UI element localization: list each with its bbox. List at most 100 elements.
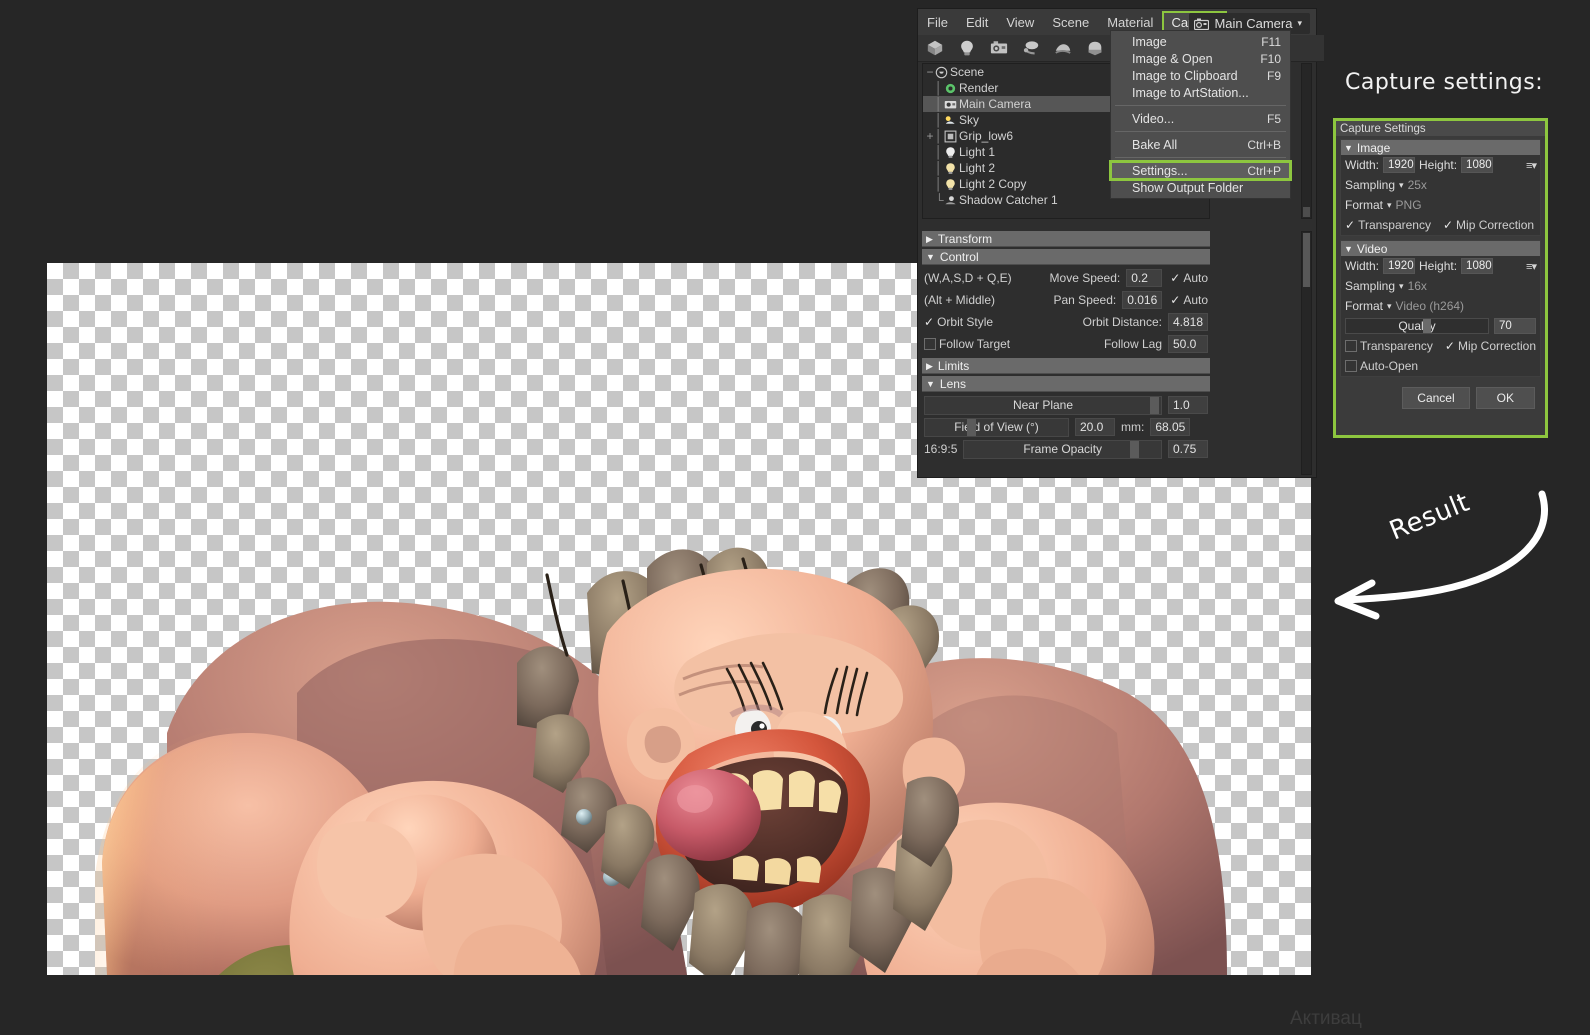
near-plane-label: Near Plane: [1012, 398, 1074, 412]
properties-scrollbar[interactable]: [1301, 231, 1312, 475]
video-format-row[interactable]: Format ▾ Video (h264): [1341, 296, 1540, 316]
menu-item-image-and-open[interactable]: Image & Open F10: [1111, 50, 1290, 67]
video-group-header[interactable]: ▼ Video: [1341, 241, 1540, 256]
video-mip-correction-checkbox[interactable]: ✓ Mip Correction: [1445, 339, 1536, 353]
video-flags-row: Transparency ✓ Mip Correction: [1341, 336, 1540, 356]
image-height-input[interactable]: 1080: [1461, 157, 1494, 173]
light-yellow-icon: [946, 178, 955, 190]
follow-lag-label: Follow Lag: [1103, 337, 1162, 351]
camera-icon[interactable]: [990, 39, 1008, 57]
list-menu-icon[interactable]: ≡▾: [1526, 159, 1537, 172]
menu-file[interactable]: File: [918, 11, 957, 34]
mushroom-icon[interactable]: [1022, 39, 1040, 57]
tree-label: Light 2 Copy: [959, 177, 1027, 191]
orbit-style-checkbox[interactable]: ✓ Orbit Style: [924, 315, 993, 329]
menu-item-shortcut: F5: [1266, 111, 1281, 126]
light-yellow-icon: [946, 162, 955, 174]
tree-label: Shadow Catcher 1: [959, 193, 1058, 207]
pan-speed-input[interactable]: 0.016: [1122, 291, 1163, 309]
fov-slider[interactable]: Field of View (°): [924, 417, 1069, 437]
orbit-distance-input[interactable]: 4.818: [1167, 313, 1208, 331]
tree-toggle[interactable]: +: [925, 129, 935, 143]
video-auto-open-checkbox[interactable]: Auto-Open: [1345, 359, 1418, 373]
image-sampling-value: 25x: [1407, 178, 1427, 192]
follow-target-checkbox[interactable]: Follow Target: [924, 337, 1010, 351]
slider-knob[interactable]: [1130, 440, 1139, 458]
dialog-titlebar: Capture Settings: [1336, 121, 1545, 136]
image-transparency-checkbox[interactable]: ✓ Transparency: [1345, 218, 1431, 232]
menu-item-label: Show Output Folder: [1132, 180, 1244, 195]
menu-scene[interactable]: Scene: [1043, 11, 1098, 34]
pan-speed-label: Pan Speed:: [1053, 293, 1117, 307]
frame-opacity-input[interactable]: 0.75: [1168, 440, 1208, 458]
section-control[interactable]: ▼ Control: [922, 249, 1210, 265]
menu-item-image-to-clipboard[interactable]: Image to Clipboard F9: [1111, 67, 1290, 84]
image-group-header[interactable]: ▼ Image: [1341, 140, 1540, 155]
menu-item-label: Image to ArtStation...: [1132, 85, 1249, 100]
tree-label: Light 2: [959, 161, 996, 175]
video-group-label: Video: [1356, 241, 1388, 256]
video-transparency-checkbox[interactable]: Transparency: [1345, 339, 1433, 353]
slider-knob[interactable]: [1422, 319, 1431, 333]
menu-item-show-output-folder[interactable]: Show Output Folder: [1111, 179, 1290, 196]
tree-toggle[interactable]: −: [925, 65, 935, 79]
move-auto-checkbox[interactable]: ✓ Auto: [1170, 271, 1208, 285]
video-height-input[interactable]: 1080: [1461, 258, 1494, 274]
section-transform[interactable]: ▶ Transform: [922, 231, 1210, 247]
menu-item-label: Image: [1132, 34, 1167, 49]
cancel-button[interactable]: Cancel: [1402, 387, 1470, 409]
image-mip-label: Mip Correction: [1456, 218, 1535, 232]
sky-box-icon[interactable]: [1086, 39, 1104, 57]
cube-icon[interactable]: [926, 39, 944, 57]
image-format-row[interactable]: Format ▾ PNG: [1341, 195, 1540, 215]
follow-lag-input[interactable]: 50.0: [1168, 335, 1208, 353]
section-limits[interactable]: ▶ Limits: [922, 358, 1210, 374]
menu-item-settings[interactable]: Settings... Ctrl+P: [1109, 160, 1292, 181]
frame-opacity-slider[interactable]: Frame Opacity: [963, 439, 1162, 459]
move-speed-input[interactable]: 0.2: [1126, 269, 1163, 287]
video-transparency-label: Transparency: [1360, 339, 1433, 353]
image-group-label: Image: [1356, 140, 1391, 155]
chevron-down-icon: ▾: [1387, 199, 1392, 210]
active-camera-label: Main Camera: [1214, 16, 1293, 31]
pan-auto-checkbox[interactable]: ✓ Auto: [1170, 293, 1208, 307]
menu-item-label: Bake All: [1132, 137, 1178, 152]
slider-knob[interactable]: [1150, 396, 1159, 414]
menu-item-label: Settings...: [1132, 163, 1188, 178]
chevron-down-icon: ▾: [1399, 179, 1404, 190]
image-transparency-label: Transparency: [1358, 218, 1431, 232]
menu-item-bake-all[interactable]: Bake All Ctrl+B: [1111, 136, 1290, 153]
row-pan-speed: (Alt + Middle) Pan Speed: 0.016 ✓ Auto: [922, 289, 1210, 311]
video-auto-open-label: Auto-Open: [1360, 359, 1419, 373]
video-width-input[interactable]: 1920: [1383, 258, 1416, 274]
image-sampling-row[interactable]: Sampling ▾ 25x: [1341, 175, 1540, 195]
video-sampling-row[interactable]: Sampling ▾ 16x: [1341, 276, 1540, 296]
fov-input[interactable]: 20.0: [1075, 418, 1115, 436]
ok-button[interactable]: OK: [1475, 387, 1535, 409]
menu-item-image[interactable]: Image F11: [1111, 33, 1290, 50]
video-quality-slider[interactable]: Quality: [1345, 318, 1489, 334]
list-menu-icon[interactable]: ≡▾: [1526, 260, 1537, 273]
row-frame-opacity: 16:9:5 Frame Opacity 0.75: [922, 438, 1210, 460]
near-plane-slider[interactable]: Near Plane: [924, 395, 1162, 415]
video-quality-input[interactable]: 70: [1494, 318, 1536, 334]
video-autoopen-row: Auto-Open: [1341, 356, 1540, 376]
image-mip-correction-checkbox[interactable]: ✓ Mip Correction: [1443, 218, 1534, 232]
image-width-input[interactable]: 1920: [1383, 157, 1416, 173]
menu-separator: [1115, 105, 1286, 106]
chevron-down-icon: ▼: [1344, 243, 1353, 254]
light-bulb-icon[interactable]: [958, 39, 976, 57]
row-field-of-view: Field of View (°) 20.0 mm: 68.05: [922, 416, 1210, 438]
near-plane-input[interactable]: 1.0: [1168, 396, 1208, 414]
menu-item-image-to-artstation[interactable]: Image to ArtStation...: [1111, 84, 1290, 101]
menu-edit[interactable]: Edit: [957, 11, 997, 34]
outliner-scrollbar[interactable]: [1301, 63, 1312, 219]
outliner-scrollbar-thumb[interactable]: [1303, 207, 1310, 217]
slider-knob[interactable]: [967, 418, 976, 436]
menu-view[interactable]: View: [997, 11, 1043, 34]
scene-icon: [935, 66, 948, 78]
properties-scrollbar-thumb[interactable]: [1303, 233, 1310, 287]
section-lens[interactable]: ▼ Lens: [922, 376, 1210, 392]
menu-item-video[interactable]: Video... F5: [1111, 110, 1290, 127]
cloud-icon[interactable]: [1054, 39, 1072, 57]
